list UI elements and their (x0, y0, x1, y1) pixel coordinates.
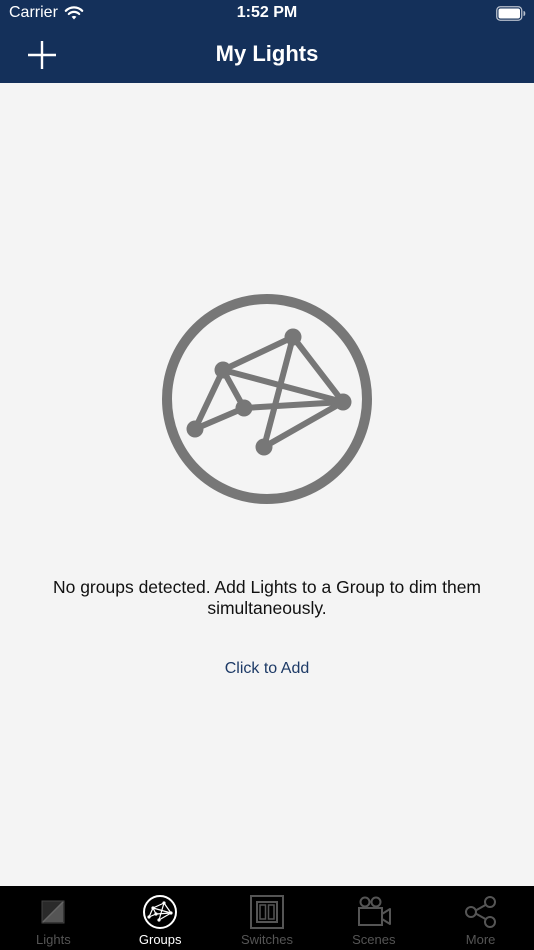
light-square-icon (41, 900, 65, 924)
empty-state-message: No groups detected. Add Lights to a Grou… (52, 577, 482, 618)
tab-label-groups: Groups (138, 932, 182, 947)
status-time: 1:52 PM (236, 4, 298, 21)
tab-label-switches: Switches (240, 932, 293, 947)
battery-icon (496, 6, 526, 21)
tab-label-lights: Lights (36, 932, 71, 947)
tab-bar: Lights Groups Switches Scenes More (0, 886, 534, 950)
tab-more[interactable]: More (427, 886, 534, 950)
tab-label-more: More (465, 932, 496, 947)
switch-icon (249, 895, 284, 929)
tab-switches[interactable]: Switches (214, 886, 321, 950)
tab-groups[interactable]: Groups (107, 886, 214, 950)
tab-lights[interactable]: Lights (0, 886, 107, 950)
tab-label-scenes: Scenes (352, 932, 396, 947)
click-to-add-link[interactable]: Click to Add (0, 660, 534, 678)
page-title: My Lights (215, 41, 319, 66)
header-bar: Carrier 1:52 PM My Lights (0, 0, 534, 83)
status-bar: Carrier 1:52 PM (0, 0, 534, 28)
share-nodes-icon (464, 896, 496, 928)
group-network-icon (143, 895, 178, 929)
groups-screen: Carrier 1:52 PM My Lights No groups dete… (0, 0, 534, 950)
network-group-icon (162, 294, 372, 504)
tab-scenes[interactable]: Scenes (320, 886, 427, 950)
scene-camera-icon (357, 896, 391, 926)
